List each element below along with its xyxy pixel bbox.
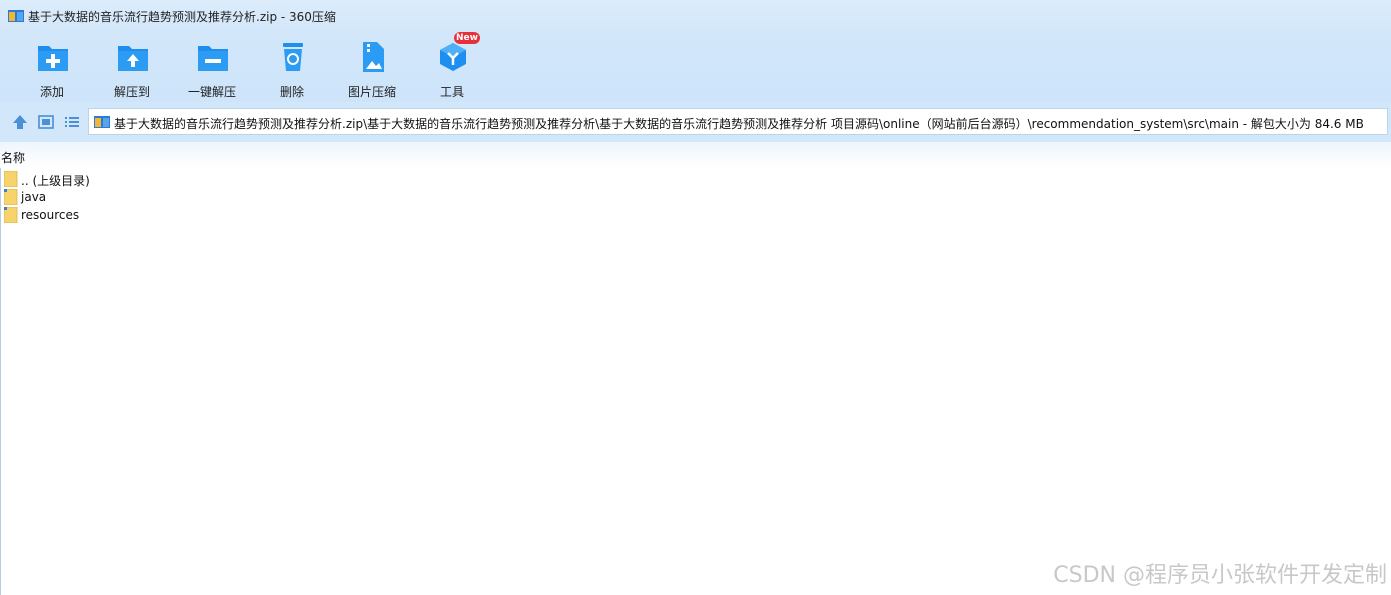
list-item-label: .. (上级目录) [21,174,90,188]
list-left-border [0,168,1,595]
delete-button-label: 删除 [279,85,304,99]
up-arrow-icon[interactable] [11,113,29,131]
one-click-extract-icon [198,46,228,71]
extract-to-button-label: 解压到 [113,85,150,99]
tools-button[interactable]: 工具 [412,38,492,99]
list-item-java[interactable]: java [4,188,304,206]
thumbnail-view-icon[interactable] [37,113,55,131]
watermark-text: CSDN @程序员小张软件开发定制 [1053,563,1387,588]
one-click-extract-button[interactable]: 一键解压 [172,38,252,99]
list-item-resources[interactable]: resources [4,206,304,224]
address-path-field[interactable]: 基于大数据的音乐流行趋势预测及推荐分析.zip\基于大数据的音乐流行趋势预测及推… [88,108,1388,135]
image-compress-icon [363,42,384,72]
tools-cube-icon [440,43,466,71]
new-badge: New [454,32,480,44]
title-bar: 基于大数据的音乐流行趋势预测及推荐分析.zip - 360压缩 [0,0,1391,32]
image-compress-button[interactable]: 图片压缩 [332,38,412,99]
archive-icon [94,116,110,128]
list-view-icon[interactable] [63,113,81,131]
image-compress-button-label: 图片压缩 [347,85,396,99]
folder-icon [4,189,18,205]
list-item-parent-directory[interactable]: .. (上级目录) [4,170,304,188]
address-path-text: 基于大数据的音乐流行趋势预测及推荐分析.zip\基于大数据的音乐流行趋势预测及推… [114,117,1364,131]
extract-to-folder-icon [118,46,148,71]
window-title: 基于大数据的音乐流行趋势预测及推荐分析.zip - 360压缩 [28,10,336,24]
folder-up-icon [4,171,18,187]
list-header [0,142,1391,168]
archive-icon [8,10,24,22]
list-item-label: java [21,190,47,204]
folder-icon [4,207,18,223]
toolbar: 添加 解压到 一键解压 删除 图片压缩 工具 New [0,32,1391,102]
list-item-label: resources [21,208,80,222]
one-click-extract-button-label: 一键解压 [187,85,236,99]
tools-button-label: 工具 [439,85,464,99]
recycle-bin-icon [283,43,303,71]
add-folder-icon [38,46,68,71]
extract-to-button[interactable]: 解压到 [92,38,172,99]
delete-button[interactable]: 删除 [252,38,332,99]
add-button[interactable]: 添加 [12,38,92,99]
column-header-name[interactable]: 名称 [1,149,25,166]
address-bar: 基于大数据的音乐流行趋势预测及推荐分析.zip\基于大数据的音乐流行趋势预测及推… [0,102,1391,143]
add-button-label: 添加 [39,85,64,99]
